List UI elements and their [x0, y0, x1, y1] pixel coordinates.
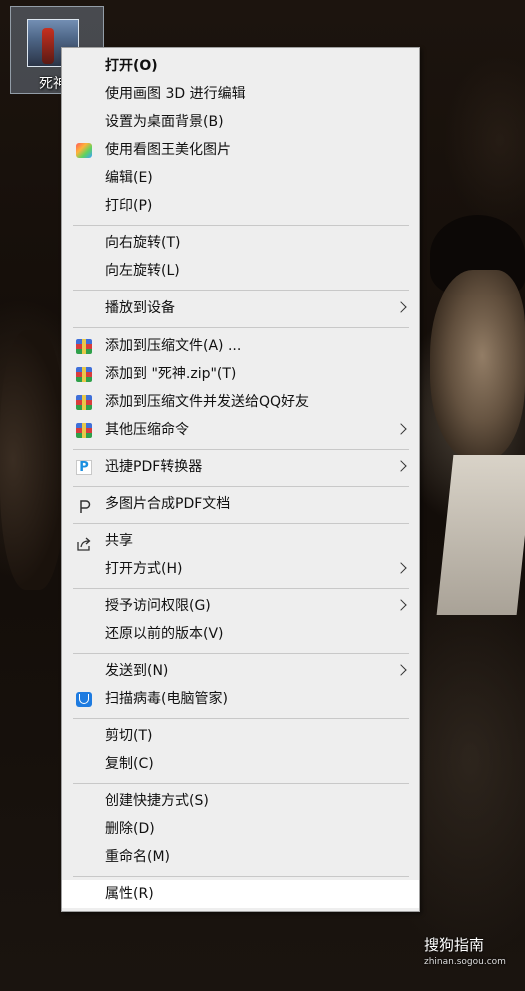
menu-item-kantu-beautify[interactable]: 使用看图王美化图片	[62, 136, 419, 164]
chevron-right-icon	[395, 460, 407, 472]
menu-item-label: 打开方式(H)	[105, 561, 183, 577]
menu-item-label: 共享	[105, 533, 133, 549]
menu-item-restore-versions[interactable]: 还原以前的版本(V)	[62, 620, 419, 648]
menu-item-label: 复制(C)	[105, 756, 154, 772]
menu-item-share[interactable]: 共享	[62, 527, 419, 555]
wallpaper-face	[430, 270, 525, 460]
menu-item-send-to[interactable]: 发送到(N)	[62, 657, 419, 685]
menu-item-label: 还原以前的版本(V)	[105, 626, 224, 642]
menu-item-label: 使用看图王美化图片	[105, 142, 231, 158]
menu-separator	[73, 449, 409, 450]
menu-item-label: 创建快捷方式(S)	[105, 793, 209, 809]
shield-icon	[76, 692, 92, 707]
menu-item-label: 添加到压缩文件并发送给QQ好友	[105, 394, 310, 410]
sogou-watermark: 搜狗指南	[424, 936, 485, 954]
menu-item-label: 使用画图 3D 进行编辑	[105, 86, 246, 102]
menu-separator	[73, 653, 409, 654]
menu-separator	[73, 718, 409, 719]
chevron-right-icon	[395, 664, 407, 676]
menu-item-label: 删除(D)	[105, 821, 155, 837]
menu-item-label: 发送到(N)	[105, 663, 169, 679]
kantu-icon	[76, 143, 92, 158]
menu-item-label: 设置为桌面背景(B)	[105, 114, 224, 130]
winrar-icon	[76, 423, 92, 438]
wallpaper-shirt	[436, 455, 525, 615]
menu-item-cast-to-device[interactable]: 播放到设备	[62, 294, 419, 322]
wallpaper-figure-left	[0, 330, 65, 590]
menu-item-label: 打印(P)	[105, 198, 153, 214]
menu-item-label: 打开(O)	[105, 58, 158, 74]
menu-item-label: 扫描病毒(电脑管家)	[105, 691, 228, 707]
menu-item-rename[interactable]: 重命名(M)	[62, 843, 419, 871]
chevron-right-icon	[395, 599, 407, 611]
menu-separator	[73, 327, 409, 328]
menu-item-rotate-left[interactable]: 向左旋转(L)	[62, 257, 419, 285]
menu-item-edit[interactable]: 编辑(E)	[62, 164, 419, 192]
context-menu: 打开(O) 使用画图 3D 进行编辑 设置为桌面背景(B) 使用看图王美化图片 …	[61, 47, 420, 912]
sogou-watermark-url: zhinan.sogou.com	[424, 957, 506, 967]
menu-separator	[73, 225, 409, 226]
menu-item-label: 剪切(T)	[105, 728, 153, 744]
menu-item-grant-access[interactable]: 授予访问权限(G)	[62, 592, 419, 620]
menu-item-archive-send-qq[interactable]: 添加到压缩文件并发送给QQ好友	[62, 388, 419, 416]
menu-separator	[73, 876, 409, 877]
menu-item-add-to-archive[interactable]: 添加到压缩文件(A) ...	[62, 332, 419, 360]
chevron-right-icon	[395, 562, 407, 574]
menu-item-label: 属性(R)	[105, 886, 154, 902]
menu-item-open-with[interactable]: 打开方式(H)	[62, 555, 419, 583]
menu-item-rotate-right[interactable]: 向右旋转(T)	[62, 229, 419, 257]
menu-item-label: 向左旋转(L)	[105, 263, 180, 279]
menu-item-cut[interactable]: 剪切(T)	[62, 722, 419, 750]
share-icon	[76, 534, 92, 551]
menu-item-merge-pdf[interactable]: 多图片合成PDF文档	[62, 490, 419, 518]
menu-item-other-compress[interactable]: 其他压缩命令	[62, 416, 419, 444]
winrar-icon	[76, 339, 92, 354]
menu-item-label: 多图片合成PDF文档	[105, 496, 231, 512]
menu-separator	[73, 588, 409, 589]
menu-item-set-wallpaper[interactable]: 设置为桌面背景(B)	[62, 108, 419, 136]
chevron-right-icon	[395, 301, 407, 313]
menu-item-edit-paint3d[interactable]: 使用画图 3D 进行编辑	[62, 80, 419, 108]
menu-item-create-shortcut[interactable]: 创建快捷方式(S)	[62, 787, 419, 815]
menu-separator	[73, 290, 409, 291]
winrar-icon	[76, 367, 92, 382]
menu-item-label: 授予访问权限(G)	[105, 598, 211, 614]
menu-item-label: 迅捷PDF转换器	[105, 459, 203, 475]
winrar-icon	[76, 395, 92, 410]
menu-item-label: 添加到 "死神.zip"(T)	[105, 366, 237, 382]
menu-item-label: 播放到设备	[105, 300, 175, 316]
menu-item-open[interactable]: 打开(O)	[62, 52, 419, 80]
menu-item-print[interactable]: 打印(P)	[62, 192, 419, 220]
menu-item-copy[interactable]: 复制(C)	[62, 750, 419, 778]
menu-item-label: 其他压缩命令	[105, 422, 189, 438]
pdf-converter-icon: P	[76, 460, 92, 475]
pdf-merge-icon	[76, 497, 92, 513]
menu-item-label: 重命名(M)	[105, 849, 171, 865]
menu-separator	[73, 523, 409, 524]
thumbnail-figure	[42, 28, 54, 64]
menu-item-label: 向右旋转(T)	[105, 235, 181, 251]
chevron-right-icon	[395, 423, 407, 435]
menu-item-pdf-converter[interactable]: P 迅捷PDF转换器	[62, 453, 419, 481]
menu-item-properties[interactable]: 属性(R)	[62, 880, 419, 908]
menu-item-delete[interactable]: 删除(D)	[62, 815, 419, 843]
menu-separator	[73, 783, 409, 784]
menu-item-label: 编辑(E)	[105, 170, 153, 186]
menu-item-label: 添加到压缩文件(A) ...	[105, 338, 242, 354]
menu-separator	[73, 486, 409, 487]
menu-item-virus-scan[interactable]: 扫描病毒(电脑管家)	[62, 685, 419, 713]
menu-item-add-to-zip[interactable]: 添加到 "死神.zip"(T)	[62, 360, 419, 388]
